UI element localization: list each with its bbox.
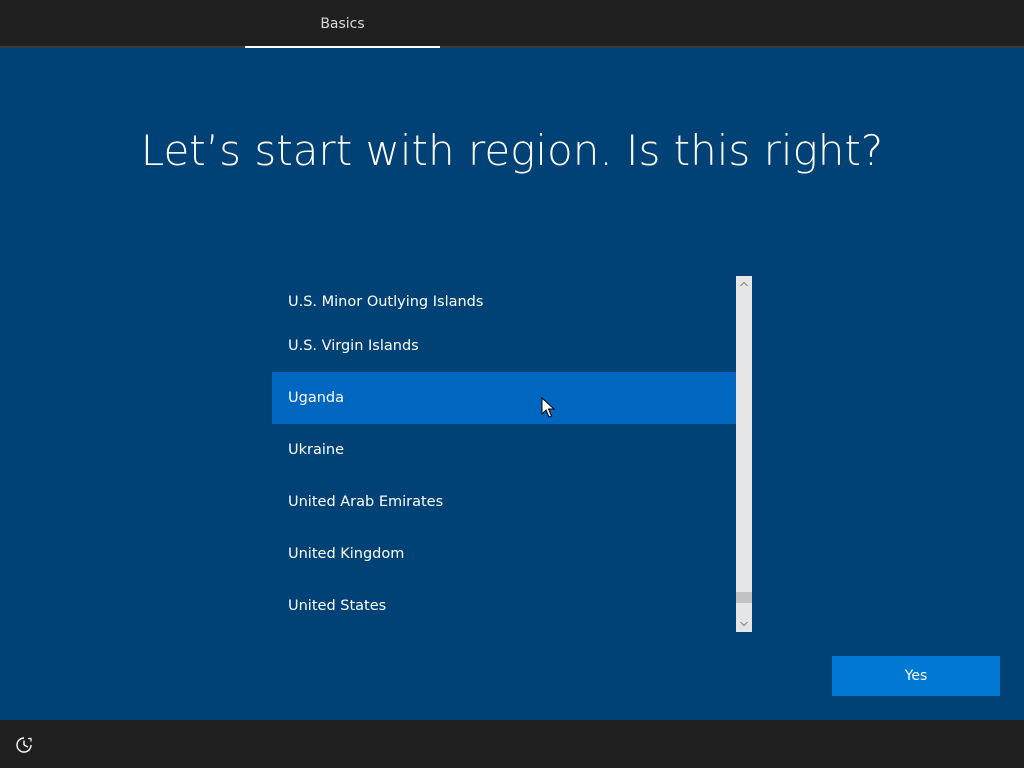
region-item-united-states[interactable]: United States	[272, 580, 736, 632]
tab-basics-label: Basics	[320, 16, 365, 32]
scroll-up-arrow-icon[interactable]	[736, 276, 752, 292]
region-item-uganda[interactable]: Uganda	[272, 372, 736, 424]
mouse-pointer-icon	[541, 396, 556, 419]
region-item-ukraine[interactable]: Ukraine	[272, 424, 736, 476]
bottom-bar	[0, 720, 1024, 768]
scroll-down-arrow-icon[interactable]	[736, 616, 752, 632]
region-list[interactable]: U.S. Minor Outlying Islands U.S. Virgin …	[272, 276, 752, 632]
region-item-us-virgin-islands[interactable]: U.S. Virgin Islands	[272, 320, 736, 372]
region-item-united-arab-emirates[interactable]: United Arab Emirates	[272, 476, 736, 528]
tab-active-indicator	[245, 46, 440, 48]
top-bar-divider	[0, 46, 1024, 48]
top-bar	[0, 0, 1024, 46]
ease-of-access-icon[interactable]	[14, 735, 34, 755]
page-title: Let’s start with region. Is this right?	[140, 126, 884, 175]
tab-basics: Basics	[245, 0, 440, 48]
yes-button[interactable]: Yes	[832, 656, 1000, 696]
scrollbar-thumb[interactable]	[736, 592, 752, 603]
region-item-united-kingdom[interactable]: United Kingdom	[272, 528, 736, 580]
region-list-scrollbar[interactable]	[736, 276, 752, 632]
